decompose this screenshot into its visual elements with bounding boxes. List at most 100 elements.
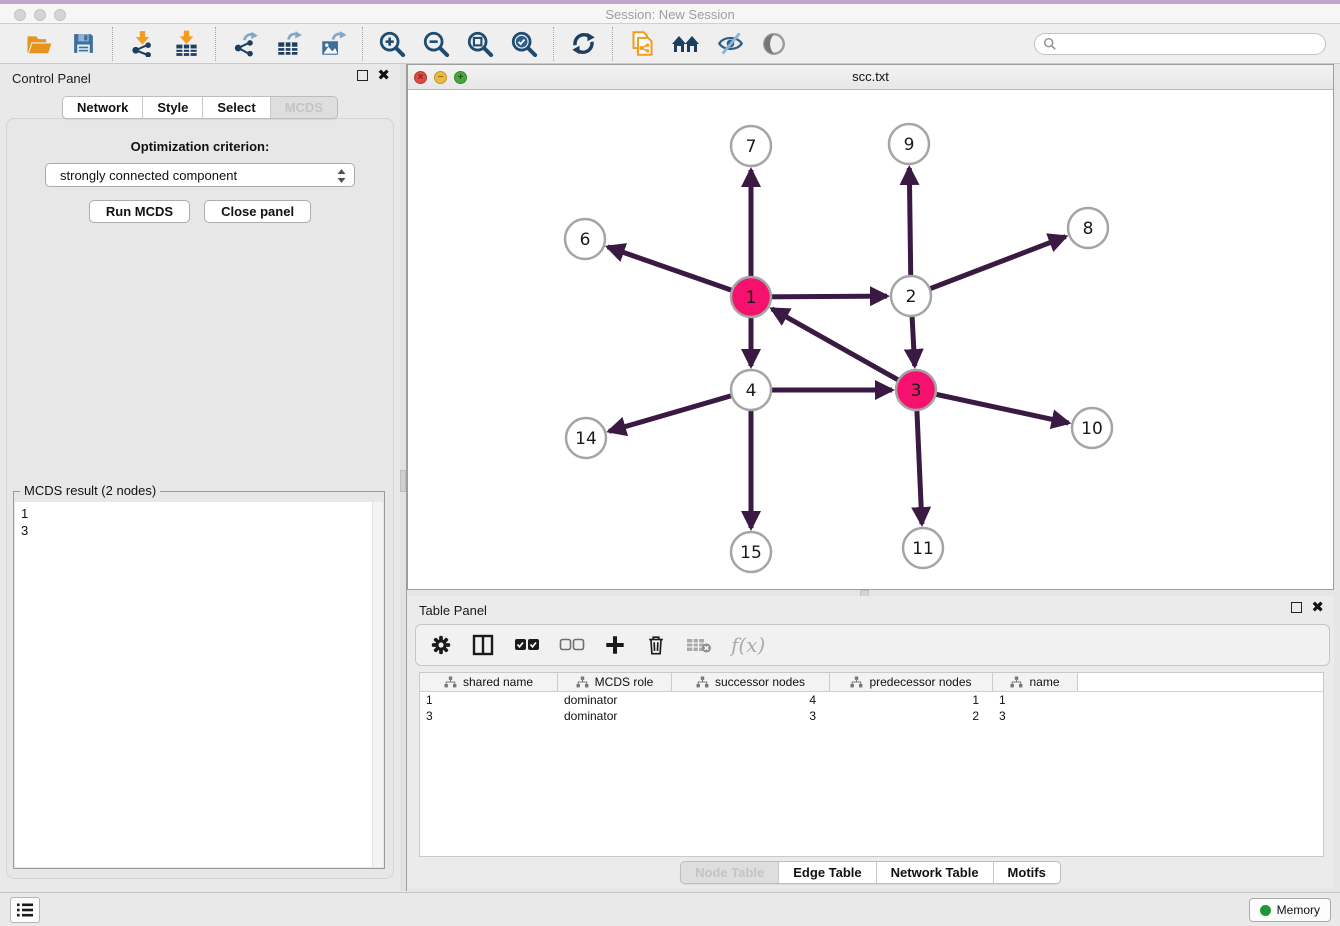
table-cell[interactable]: 1 [993, 692, 1078, 708]
zoom-fit-icon[interactable] [465, 29, 495, 59]
column-header-MCDS-role[interactable]: MCDS role [558, 673, 672, 691]
network-graph: 7 9 6 8 1 2 4 3 14 10 15 11 [408, 90, 1333, 589]
import-network-icon[interactable] [127, 29, 157, 59]
table-panel: Table Panel ✖ f(x) shared nameMCDS rol [407, 596, 1334, 888]
select-all-icon[interactable] [514, 638, 540, 652]
table-cell[interactable]: 2 [830, 708, 993, 724]
function-builder-icon[interactable]: f(x) [731, 633, 765, 657]
column-view-icon[interactable] [471, 633, 495, 657]
zoom-selected-icon[interactable] [509, 29, 539, 59]
mcds-result-text[interactable]: 1 3 [15, 502, 383, 867]
export-table-icon[interactable] [274, 29, 304, 59]
column-header-name[interactable]: name [993, 673, 1078, 691]
delete-table-icon[interactable] [686, 636, 712, 654]
memory-button[interactable]: Memory [1249, 898, 1331, 922]
splitter-handle-icon[interactable] [400, 470, 406, 492]
open-session-icon[interactable] [24, 29, 54, 59]
svg-text:4: 4 [746, 381, 757, 401]
home-icon[interactable] [671, 29, 701, 59]
table-cell[interactable]: 3 [993, 708, 1078, 724]
close-panel-button[interactable]: Close panel [204, 200, 311, 223]
tab-style[interactable]: Style [143, 97, 203, 118]
graph-edge-2-8[interactable] [911, 237, 1066, 296]
svg-text:2: 2 [906, 287, 917, 307]
control-panel-title: Control Panel [12, 71, 91, 86]
toggle-graphics-icon[interactable] [759, 29, 789, 59]
delete-column-icon[interactable] [645, 634, 667, 656]
save-session-icon[interactable] [68, 29, 98, 59]
tab-mcds[interactable]: MCDS [271, 97, 337, 118]
float-table-panel-icon[interactable] [1291, 602, 1302, 613]
search-field[interactable] [1034, 33, 1326, 55]
deselect-all-icon[interactable] [559, 638, 585, 652]
chevron-updown-icon [336, 168, 347, 184]
import-table-icon[interactable] [171, 29, 201, 59]
tab-select[interactable]: Select [203, 97, 270, 118]
tab-edge-table[interactable]: Edge Table [779, 862, 876, 883]
network-window-title: scc.txt [408, 69, 1333, 84]
svg-text:8: 8 [1083, 219, 1094, 239]
graph-node-14[interactable]: 14 [566, 418, 606, 458]
run-mcds-button[interactable]: Run MCDS [89, 200, 190, 223]
search-icon [1043, 37, 1057, 51]
export-image-icon[interactable] [318, 29, 348, 59]
control-panel-tabs: NetworkStyleSelectMCDS [62, 96, 338, 119]
attribute-type-icon [696, 676, 709, 688]
graph-node-2[interactable]: 2 [891, 276, 931, 316]
close-table-panel-icon[interactable]: ✖ [1311, 602, 1324, 613]
table-cell[interactable]: dominator [558, 692, 672, 708]
table-cell[interactable]: 1 [420, 692, 558, 708]
criterion-select[interactable]: strongly connected component [45, 163, 355, 187]
float-panel-icon[interactable] [357, 70, 368, 81]
search-input[interactable] [1062, 37, 1317, 51]
network-view-window: × − + scc.txt 7 9 6 8 1 2 4 3 14 10 15 11 [407, 64, 1334, 590]
graph-node-3[interactable]: 3 [896, 370, 936, 410]
graph-edge-1-6[interactable] [608, 247, 751, 297]
add-column-icon[interactable] [604, 634, 626, 656]
mcds-result-scrollbar[interactable] [372, 502, 383, 867]
settings-gear-icon[interactable] [430, 634, 452, 656]
export-network-icon[interactable] [230, 29, 260, 59]
svg-text:7: 7 [746, 137, 757, 157]
hide-details-icon[interactable] [715, 29, 745, 59]
close-panel-icon[interactable]: ✖ [377, 70, 390, 81]
panel-splitter[interactable] [400, 64, 407, 891]
graph-node-4[interactable]: 4 [731, 370, 771, 410]
table-cell[interactable]: 1 [830, 692, 993, 708]
table-cell[interactable]: 3 [420, 708, 558, 724]
graph-node-10[interactable]: 10 [1072, 408, 1112, 448]
graph-edge-4-14[interactable] [609, 390, 751, 431]
graph-node-15[interactable]: 15 [731, 532, 771, 572]
zoom-out-icon[interactable] [421, 29, 451, 59]
column-header-shared-name[interactable]: shared name [420, 673, 558, 691]
task-history-button[interactable] [10, 897, 40, 923]
refresh-layout-icon[interactable] [568, 29, 598, 59]
graph-node-7[interactable]: 7 [731, 126, 771, 166]
graph-node-8[interactable]: 8 [1068, 208, 1108, 248]
tab-network[interactable]: Network [63, 97, 143, 118]
tab-network-table[interactable]: Network Table [877, 862, 994, 883]
network-window-titlebar[interactable]: × − + scc.txt [408, 65, 1333, 90]
graph-node-6[interactable]: 6 [565, 219, 605, 259]
clone-network-icon[interactable] [627, 29, 657, 59]
column-header-predecessor-nodes[interactable]: predecessor nodes [830, 673, 993, 691]
graph-edge-3-10[interactable] [916, 390, 1069, 423]
graph-node-9[interactable]: 9 [889, 124, 929, 164]
mcds-panel: Optimization criterion: strongly connect… [6, 118, 394, 879]
criterion-select-value: strongly connected component [60, 168, 237, 183]
table-cell[interactable]: 4 [672, 692, 830, 708]
graph-node-11[interactable]: 11 [903, 528, 943, 568]
table-row[interactable]: 1dominator411 [420, 692, 1323, 708]
tab-motifs[interactable]: Motifs [994, 862, 1060, 883]
table-cell[interactable]: 3 [672, 708, 830, 724]
zoom-in-icon[interactable] [377, 29, 407, 59]
table-cell[interactable]: dominator [558, 708, 672, 724]
table-row[interactable]: 3dominator323 [420, 708, 1323, 724]
window-titlebar: Session: New Session [0, 0, 1340, 24]
column-header-successor-nodes[interactable]: successor nodes [672, 673, 830, 691]
table-panel-title: Table Panel [419, 603, 487, 618]
graph-node-1[interactable]: 1 [731, 277, 771, 317]
graph-edge-3-1[interactable] [772, 309, 916, 390]
tab-node-table[interactable]: Node Table [681, 862, 779, 883]
network-canvas[interactable]: 7 9 6 8 1 2 4 3 14 10 15 11 [408, 90, 1333, 589]
